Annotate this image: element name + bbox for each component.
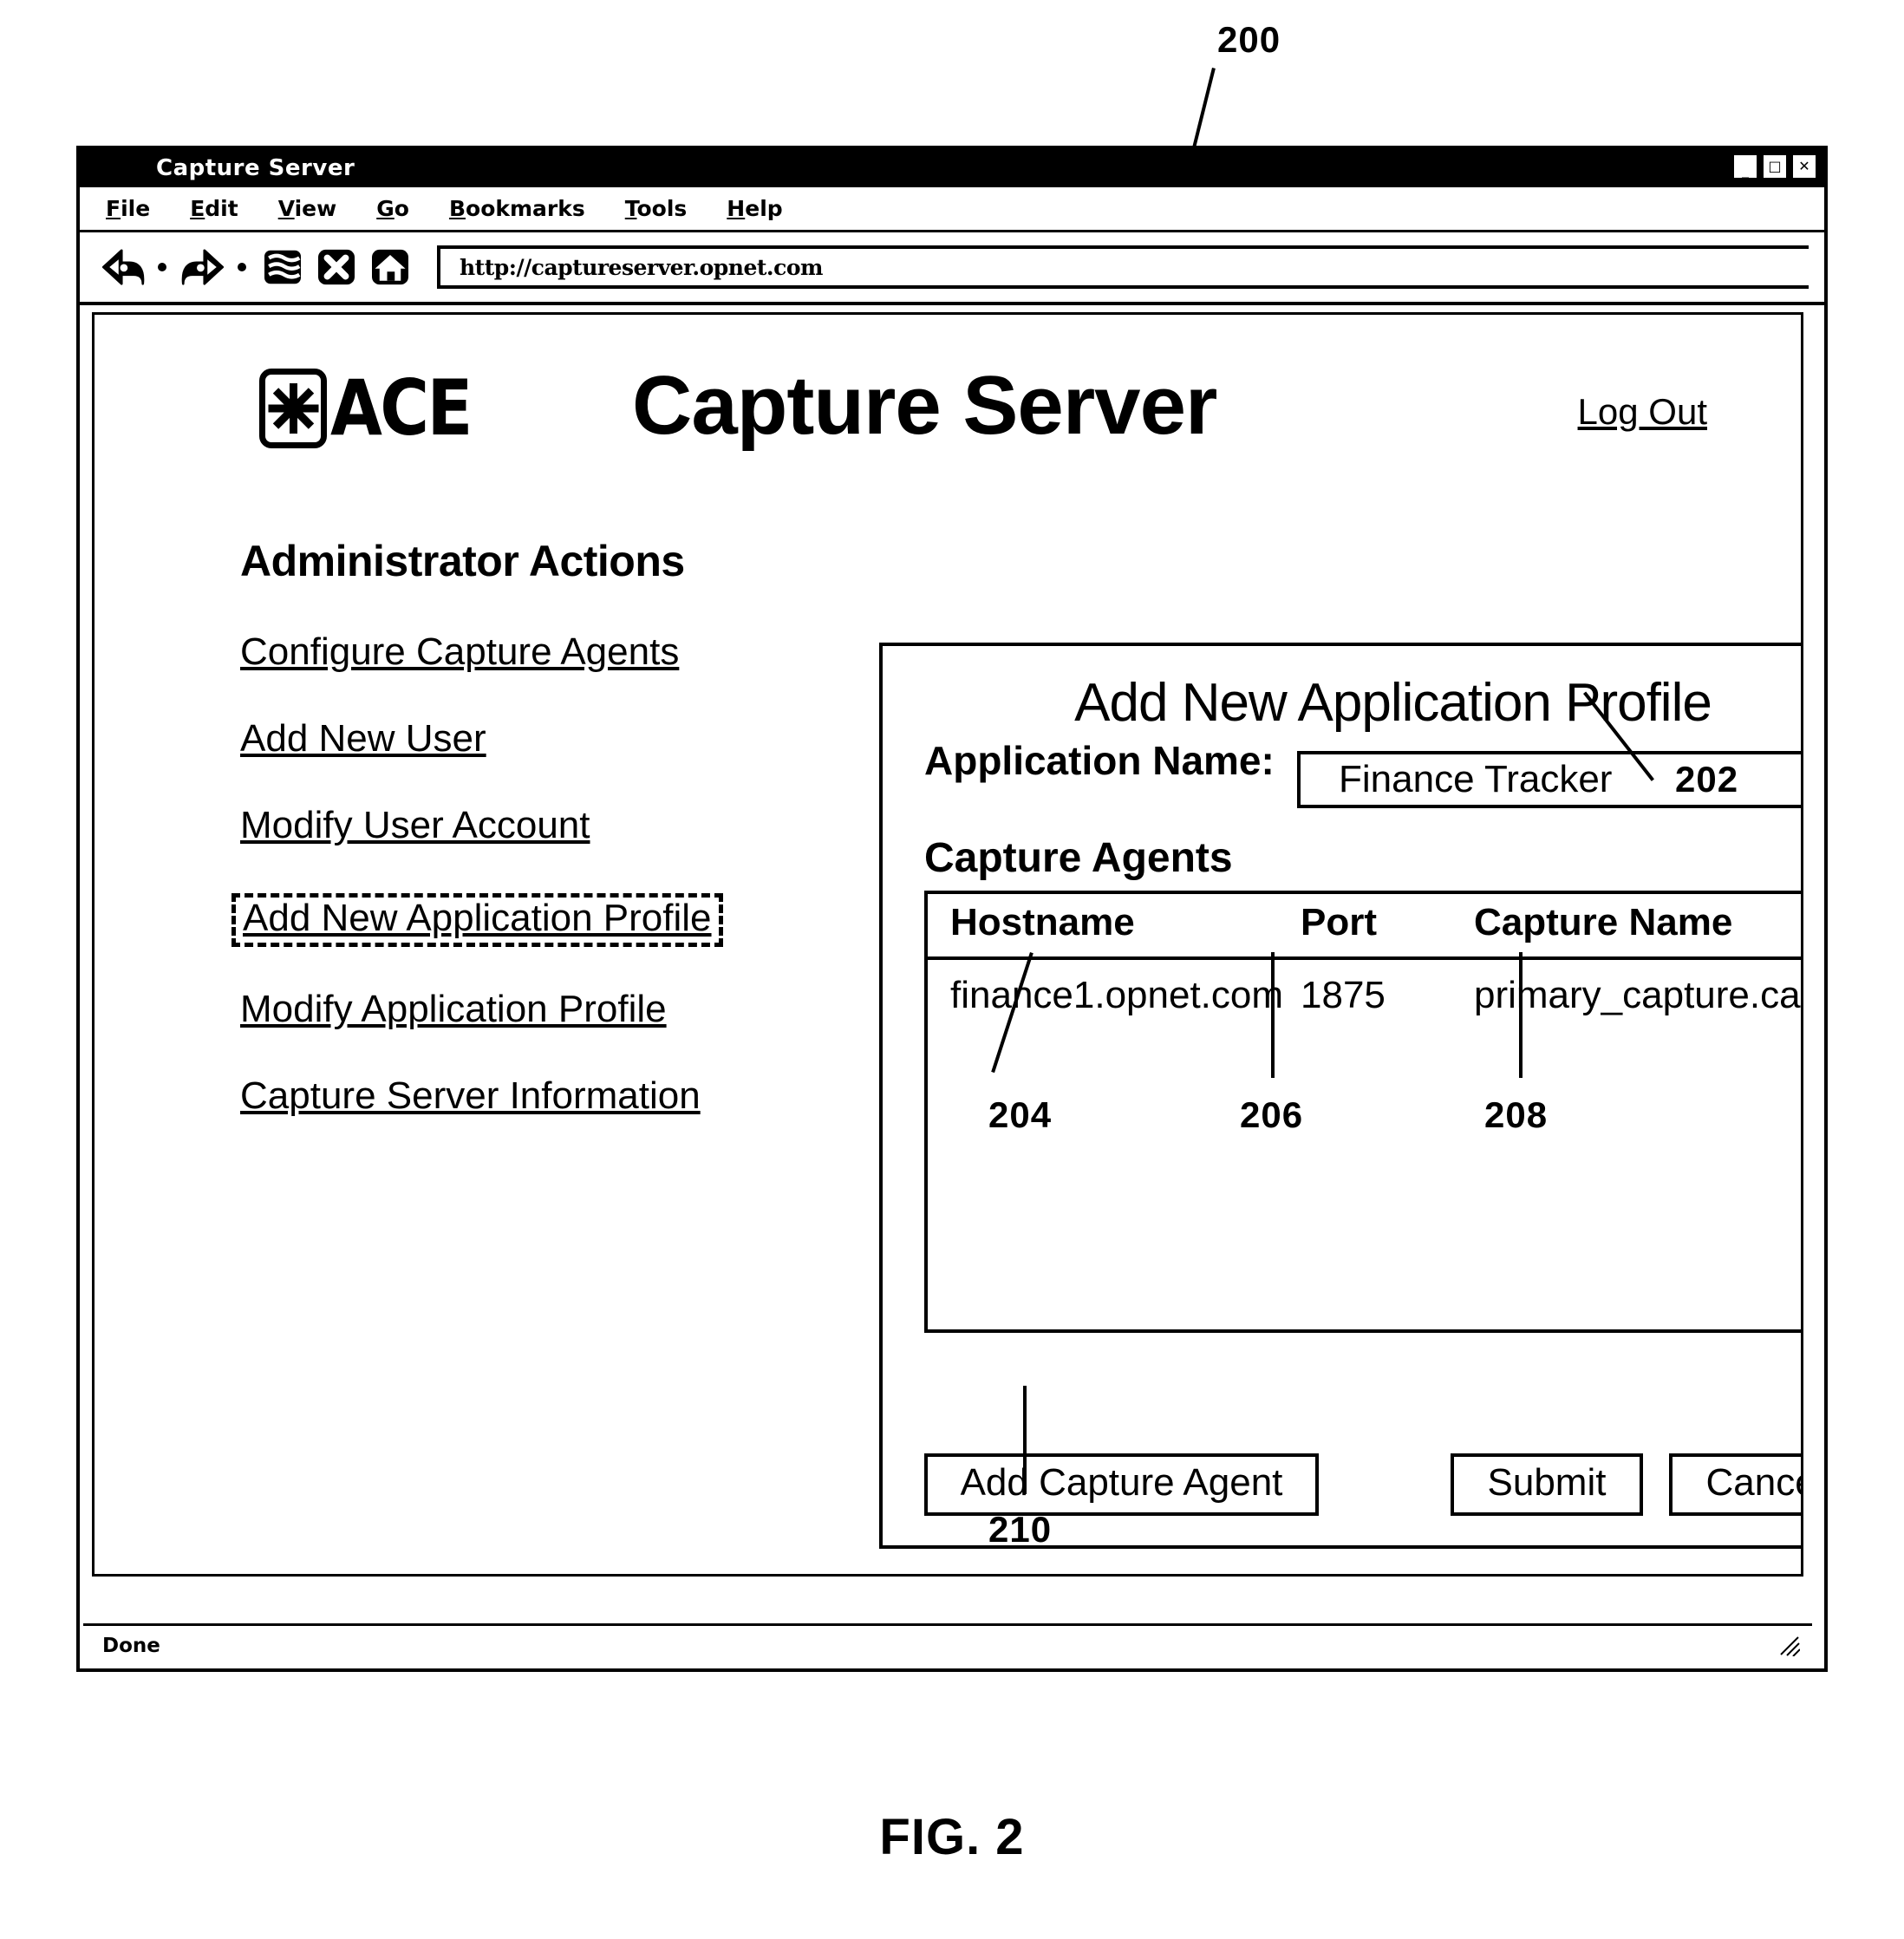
table-row[interactable]: finance1.opnet.com 1875 primary_capture.… <box>928 958 1803 1017</box>
column-header-hostname: Hostname <box>928 894 1301 960</box>
sidebar-item-modify-application-profile[interactable]: Modify Application Profile <box>240 990 760 1077</box>
close-button[interactable]: ✕ <box>1791 153 1817 180</box>
sidebar-item-capture-server-information[interactable]: Capture Server Information <box>240 1077 760 1164</box>
sidebar-item-label[interactable]: Configure Capture Agents <box>240 633 679 671</box>
browser-window: Capture Server _ □ ✕ File Edit View Go B… <box>76 146 1828 1672</box>
cancel-button[interactable]: Cancel <box>1669 1453 1801 1516</box>
starburst-icon <box>259 369 327 448</box>
address-bar[interactable]: http://captureserver.opnet.com <box>437 245 1809 289</box>
home-icon[interactable] <box>366 243 414 291</box>
application-name-row: Application Name: Finance Tracker <box>883 738 1801 808</box>
capture-agents-table: Hostname Port Capture Name finance1.opne… <box>924 891 1803 1333</box>
column-header-port: Port <box>1301 894 1474 960</box>
menu-item-view[interactable]: View <box>278 196 337 221</box>
cell-port: 1875 <box>1301 974 1386 1016</box>
sidebar-item-label[interactable]: Modify Application Profile <box>240 990 667 1028</box>
figure-caption: FIG. 2 <box>879 1809 1025 1865</box>
leader-line-206 <box>1271 952 1275 1078</box>
table-header-row: Hostname Port Capture Name <box>928 894 1801 960</box>
application-name-label: Application Name: <box>924 738 1275 783</box>
navigation-toolbar[interactable]: http://captureserver.opnet.com <box>80 232 1824 305</box>
callout-210: 210 <box>988 1509 1053 1550</box>
app-header: ACE Capture Server Log Out <box>95 315 1801 488</box>
column-header-capture-name: Capture Name <box>1474 894 1801 960</box>
cell-hostname: finance1.opnet.com <box>950 974 1284 1016</box>
panel-heading: Add New Application Profile <box>1074 673 1712 733</box>
sidebar-item-label[interactable]: Add New User <box>240 720 486 758</box>
url-text[interactable]: http://captureserver.opnet.com <box>460 255 823 280</box>
menu-item-edit[interactable]: Edit <box>190 196 238 221</box>
ace-logo-text: ACE <box>330 362 473 453</box>
callout-206: 206 <box>1240 1094 1304 1135</box>
add-capture-agent-button[interactable]: Add Capture Agent <box>924 1453 1319 1516</box>
callout-208: 208 <box>1484 1094 1549 1135</box>
sidebar-item-add-new-user[interactable]: Add New User <box>240 720 760 806</box>
window-controls[interactable]: _ □ ✕ <box>1732 153 1817 180</box>
toolbar-separator-dot-1 <box>158 263 166 271</box>
sidebar-item-configure-capture-agents[interactable]: Configure Capture Agents <box>240 633 760 720</box>
logout-link[interactable]: Log Out <box>1578 391 1707 433</box>
application-name-value[interactable]: Finance Tracker <box>1339 758 1612 801</box>
menu-item-go[interactable]: Go <box>376 196 409 221</box>
maximize-button[interactable]: □ <box>1762 153 1788 180</box>
resize-grip-icon[interactable] <box>1777 1634 1800 1656</box>
panel-button-bar: Add Capture Agent Submit Cancel <box>883 1453 1801 1516</box>
sidebar-heading: Administrator Actions <box>240 537 685 585</box>
toolbar-separator-dot-2 <box>238 263 246 271</box>
submit-button[interactable]: Submit <box>1451 1453 1643 1516</box>
admin-actions-sidebar: Administrator Actions Configure Capture … <box>231 536 760 1164</box>
page-title: Capture Server <box>632 359 1217 452</box>
status-text: Done <box>102 1634 160 1657</box>
sidebar-item-label[interactable]: Capture Server Information <box>240 1077 701 1115</box>
stop-icon[interactable] <box>312 243 361 291</box>
minimize-button[interactable]: _ <box>1732 153 1758 180</box>
menu-item-tools[interactable]: Tools <box>625 196 688 221</box>
sidebar-item-label[interactable]: Modify User Account <box>240 806 590 845</box>
menu-item-file[interactable]: File <box>106 196 150 221</box>
window-title: Capture Server <box>156 155 355 181</box>
ace-logo: ACE <box>259 369 490 448</box>
callout-202: 202 <box>1675 759 1739 800</box>
menu-item-bookmarks[interactable]: Bookmarks <box>449 196 585 221</box>
menu-bar[interactable]: File Edit View Go Bookmarks Tools Help <box>80 187 1824 232</box>
leader-line-210 <box>1023 1386 1027 1494</box>
title-bar: Capture Server _ □ ✕ <box>80 149 1824 187</box>
back-icon[interactable] <box>99 243 147 291</box>
capture-agents-label: Capture Agents <box>924 835 1233 881</box>
callout-200: 200 <box>1217 19 1281 60</box>
sidebar-item-add-new-application-profile[interactable]: Add New Application Profile <box>231 893 723 947</box>
callout-204: 204 <box>988 1094 1053 1135</box>
menu-item-help[interactable]: Help <box>727 196 782 221</box>
leader-line-208 <box>1519 952 1523 1078</box>
reload-icon[interactable] <box>258 243 307 291</box>
cell-capture-name: primary_capture.cap <box>1474 974 1803 1016</box>
status-bar: Done <box>83 1623 1812 1665</box>
page-viewport: ACE Capture Server Log Out Administrator… <box>92 312 1803 1577</box>
sidebar-item-label[interactable]: Add New Application Profile <box>243 899 712 937</box>
patent-figure-page: 200 Capture Server _ □ ✕ File Edit View … <box>0 0 1904 1939</box>
sidebar-item-modify-user-account[interactable]: Modify User Account <box>240 806 760 893</box>
forward-icon[interactable] <box>179 243 227 291</box>
